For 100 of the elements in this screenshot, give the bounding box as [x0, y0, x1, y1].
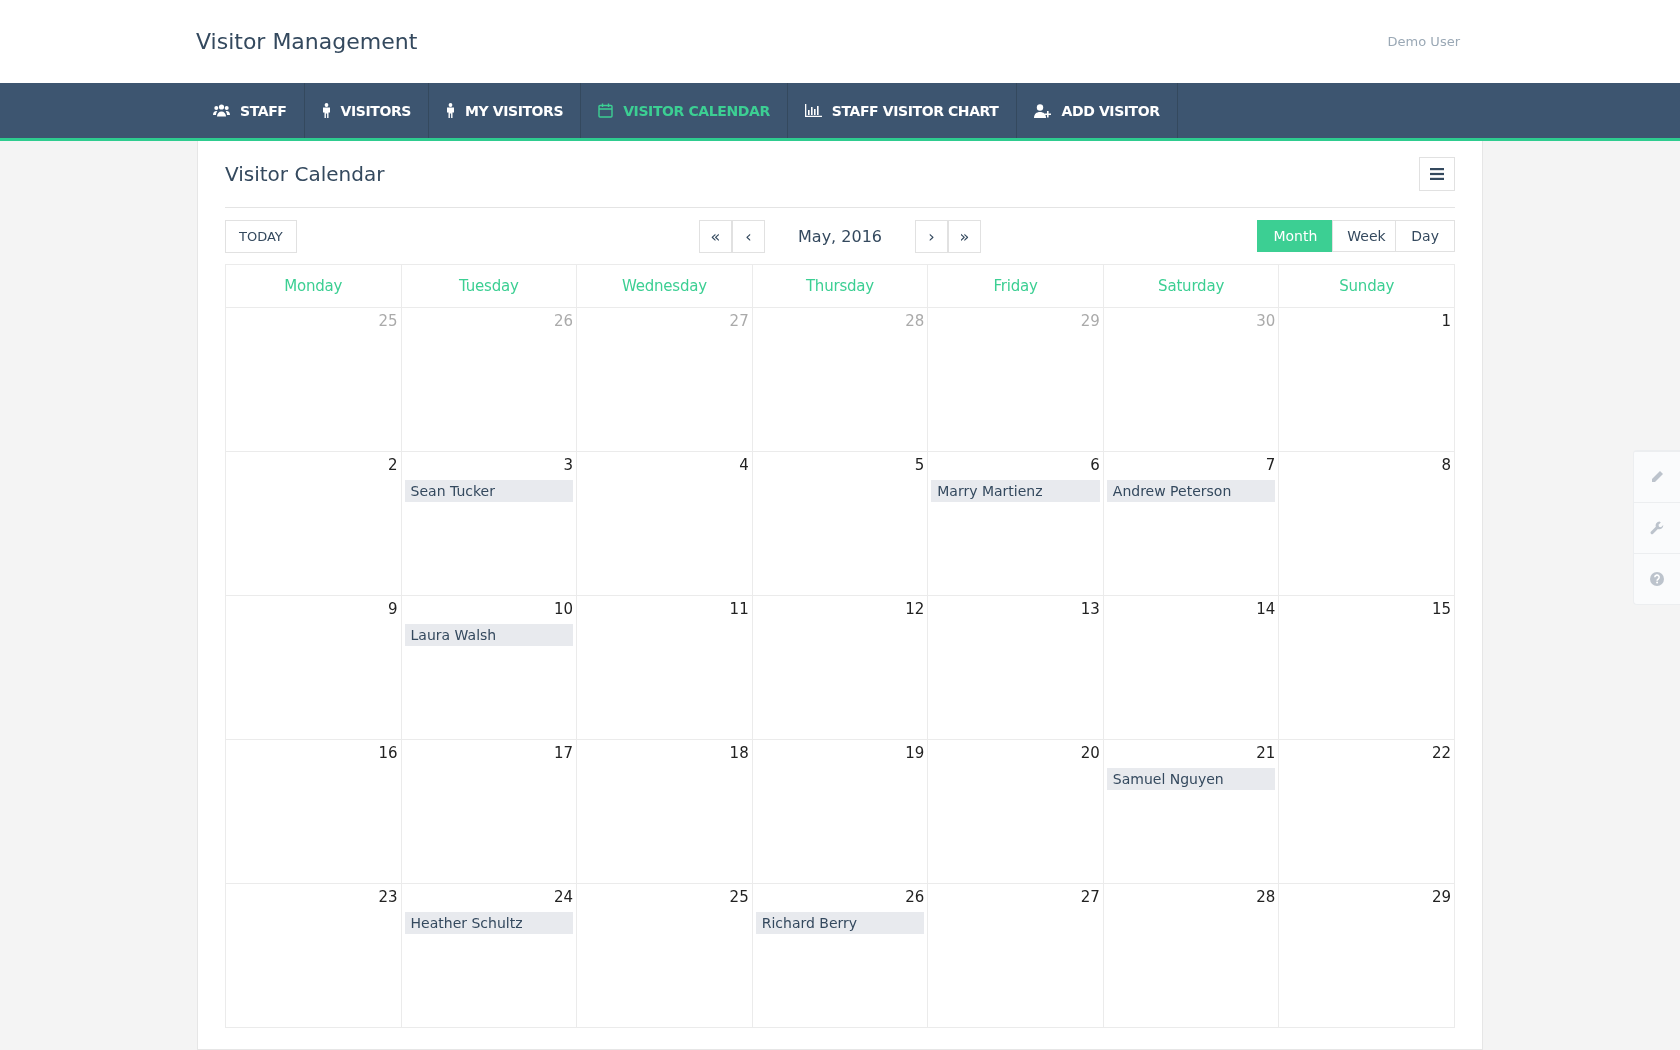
menu-button[interactable] [1419, 157, 1455, 191]
users-icon [213, 104, 230, 117]
day-number: 28 [1255, 887, 1276, 908]
day-number: 27 [728, 311, 749, 332]
day-cell[interactable]: 17 [401, 739, 577, 884]
calendar-event[interactable]: Heather Schultz [404, 912, 574, 934]
day-cell[interactable]: 13 [927, 595, 1104, 740]
day-number: 27 [1079, 887, 1100, 908]
calendar-event[interactable]: Richard Berry [755, 912, 925, 934]
day-number: 14 [1255, 599, 1276, 620]
menu-icon [1430, 168, 1444, 180]
person-icon [445, 103, 455, 118]
day-cell[interactable]: 18 [576, 739, 753, 884]
day-cell[interactable]: 14 [1103, 595, 1279, 740]
day-number: 18 [728, 743, 749, 764]
day-number: 4 [738, 455, 749, 476]
day-cell[interactable]: 22 [1278, 739, 1455, 884]
day-number: 29 [1430, 887, 1451, 908]
day-cell[interactable]: 2 [225, 451, 402, 596]
day-cell[interactable]: 12 [752, 595, 928, 740]
day-number: 28 [904, 311, 925, 332]
day-cell[interactable]: 26 Richard Berry [752, 883, 928, 1028]
view-tab[interactable]: Day [1395, 220, 1455, 252]
day-number: 8 [1440, 455, 1451, 476]
weekday-header: Sunday [1278, 264, 1455, 308]
day-number: 3 [562, 455, 574, 476]
nav-tab[interactable]: MY VISITORS [428, 83, 582, 138]
day-cell[interactable]: 7 Andrew Peterson [1103, 451, 1279, 596]
calendar-event[interactable]: Andrew Peterson [1106, 480, 1276, 502]
first-button[interactable]: « [699, 219, 732, 253]
day-number: 5 [913, 455, 925, 476]
nav-tab[interactable]: VISITOR CALENDAR [581, 83, 788, 138]
day-number: 24 [553, 887, 574, 908]
day-number: 16 [377, 743, 398, 764]
day-number: 25 [377, 311, 398, 332]
day-cell[interactable]: 11 [576, 595, 753, 740]
next-button[interactable]: › [915, 219, 948, 253]
day-cell[interactable]: 28 [1103, 883, 1279, 1028]
day-cell[interactable]: 23 [225, 883, 402, 1028]
day-cell[interactable]: 19 [752, 739, 928, 884]
day-number: 9 [387, 599, 398, 620]
day-cell[interactable]: 21 Samuel Nguyen [1103, 739, 1279, 884]
day-cell[interactable]: 8 [1278, 451, 1455, 596]
last-button[interactable]: » [948, 219, 981, 253]
calendar-event[interactable]: Sean Tucker [404, 480, 574, 502]
nav-tab[interactable]: ADD VISITOR [1016, 83, 1178, 138]
calendar-icon [598, 103, 614, 118]
day-cell[interactable]: 24 Heather Schultz [401, 883, 577, 1028]
day-number: 6 [1089, 455, 1100, 476]
day-number: 22 [1430, 743, 1451, 764]
day-cell[interactable]: 27 [927, 883, 1104, 1028]
weekday-header: Thursday [752, 264, 928, 308]
nav-tab[interactable]: STAFF [196, 83, 305, 138]
weekday-header: Friday [927, 264, 1104, 308]
calendar-event[interactable]: Marry Martienz [931, 480, 1100, 502]
day-number: 30 [1255, 311, 1276, 332]
day-cell[interactable]: 6 Marry Martienz [927, 451, 1104, 596]
view-tab[interactable]: Week [1332, 220, 1397, 252]
day-number: 23 [377, 887, 398, 908]
day-number: 7 [1264, 455, 1276, 476]
day-number: 1 [1440, 311, 1451, 332]
day-number: 2 [387, 455, 398, 476]
previous-button[interactable]: ‹ [732, 219, 765, 253]
weekday-header: Tuesday [401, 264, 577, 308]
month-label: May, 2016 [797, 226, 883, 246]
user-plus-icon [1033, 103, 1052, 118]
day-cell[interactable]: 25 [576, 883, 753, 1028]
day-number: 13 [1079, 599, 1100, 620]
calendar-event[interactable]: Laura Walsh [404, 624, 574, 646]
day-number: 12 [904, 599, 925, 620]
day-number: 15 [1430, 599, 1451, 620]
wrench-icon[interactable] [1650, 521, 1664, 535]
day-number: 26 [553, 311, 574, 332]
day-number: 26 [904, 887, 925, 908]
day-cell[interactable]: 10 Laura Walsh [401, 595, 577, 740]
nav-tab[interactable]: STAFF VISITOR CHART [787, 83, 1017, 138]
today-button[interactable]: TODAY [225, 219, 297, 253]
nav-tab[interactable]: VISITORS [304, 83, 429, 138]
day-number: 25 [728, 887, 749, 908]
day-cell[interactable]: 20 [927, 739, 1104, 884]
weekday-header: Saturday [1103, 264, 1279, 308]
day-number: 20 [1079, 743, 1100, 764]
help-icon[interactable] [1650, 572, 1664, 586]
day-cell[interactable]: 16 [225, 739, 402, 884]
day-cell[interactable]: 1 [1278, 307, 1455, 452]
pencil-icon[interactable] [1650, 470, 1664, 484]
day-number: 10 [553, 599, 574, 620]
day-number: 17 [553, 743, 574, 764]
weekday-header: Wednesday [576, 264, 753, 308]
day-number: 29 [1079, 311, 1100, 332]
day-cell[interactable]: 5 [752, 451, 928, 596]
day-number: 19 [904, 743, 925, 764]
day-cell[interactable]: 3 Sean Tucker [401, 451, 577, 596]
calendar-event[interactable]: Samuel Nguyen [1106, 768, 1276, 790]
day-cell[interactable]: 15 [1278, 595, 1455, 740]
day-cell[interactable]: 4 [576, 451, 753, 596]
day-number: 11 [728, 599, 749, 620]
day-cell[interactable]: 9 [225, 595, 402, 740]
panel-title: Visitor Calendar [225, 162, 385, 186]
day-cell[interactable]: 29 [1278, 883, 1455, 1028]
